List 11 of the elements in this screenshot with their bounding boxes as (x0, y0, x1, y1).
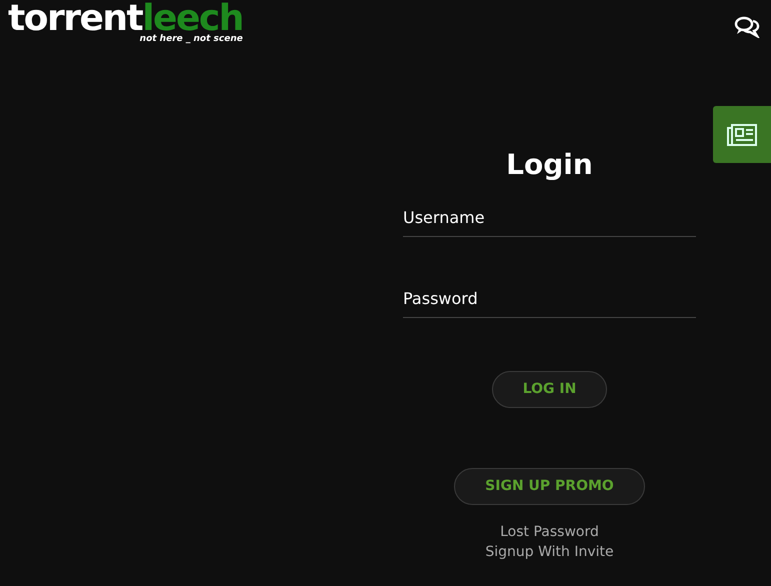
login-button[interactable]: LOG IN (492, 370, 608, 408)
signup-promo-button[interactable]: SIGN UP PROMO (454, 468, 645, 505)
chat-icon[interactable] (734, 16, 760, 38)
logo[interactable]: torrentleech not here _ not scene (8, 0, 243, 44)
username-field[interactable]: Username (403, 202, 696, 237)
newspaper-icon (727, 124, 757, 146)
login-title: Login (505, 148, 594, 182)
password-field[interactable]: Password (403, 282, 696, 318)
news-tab[interactable] (713, 106, 771, 163)
lost-password-link[interactable]: Lost Password (500, 522, 599, 542)
signup-invite-link[interactable]: Signup With Invite (485, 542, 614, 562)
